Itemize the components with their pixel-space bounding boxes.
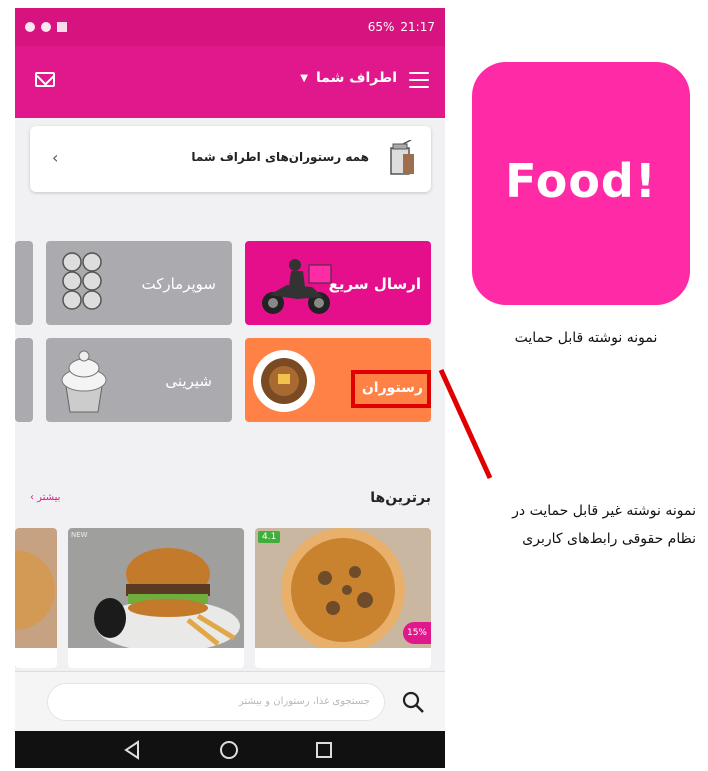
supported-caption: نمونه نوشته قابل حمایت <box>514 330 658 346</box>
figure: 65% 21:17 اطراف شما ▼ همه رستوران‌های اط… <box>0 0 708 771</box>
unsupported-caption: نمونه نوشته غیر قابل حمایت در نظام حقوقی… <box>448 497 696 553</box>
caption-line: نمونه نوشته غیر قابل حمایت در <box>512 503 696 519</box>
logo-text: Food! <box>505 154 657 208</box>
caption-line: نظام حقوقی رابط‌های کاربری <box>522 531 696 547</box>
food-logo: Food! <box>472 62 690 305</box>
